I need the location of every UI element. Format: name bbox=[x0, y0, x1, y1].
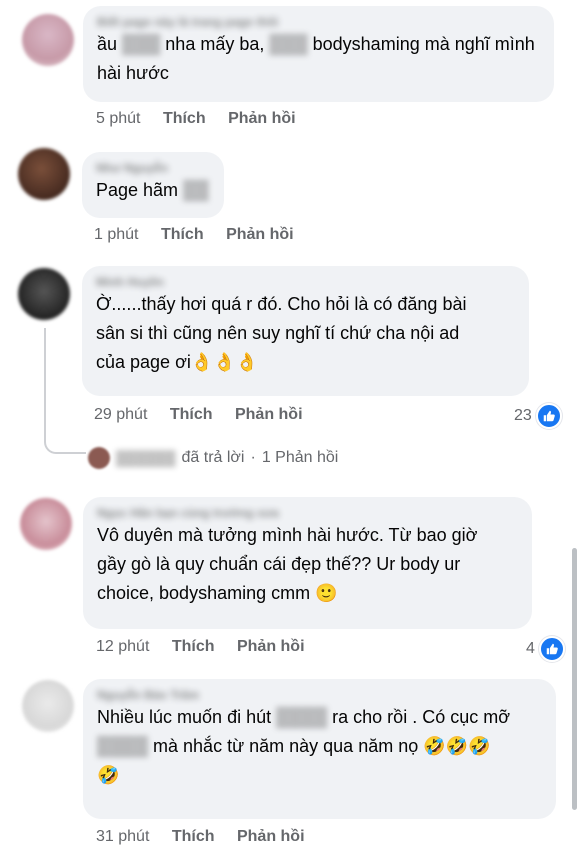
laughing-emoji: 🤣 bbox=[445, 736, 469, 756]
comment-meta: 12 phút Thích Phản hồi bbox=[96, 638, 323, 656]
comment-meta: 1 phút Thích Phản hồi bbox=[94, 226, 312, 244]
comment-text: Vô duyên mà tưởng mình hài hước. Từ bao … bbox=[97, 525, 478, 603]
avatar[interactable] bbox=[20, 498, 72, 550]
reply-button[interactable]: Phản hồi bbox=[228, 110, 296, 127]
like-button[interactable]: Thích bbox=[172, 638, 215, 655]
comment-text: Ờ......thấy hơi quá r đó. Cho hỏi là có … bbox=[96, 294, 467, 372]
comment-meta: 5 phút Thích Phản hồi bbox=[96, 110, 314, 128]
avatar[interactable] bbox=[22, 14, 74, 66]
separator: · bbox=[250, 449, 256, 466]
comment-time[interactable]: 1 phút bbox=[94, 226, 138, 243]
reply-count[interactable]: 1 Phản hồi bbox=[262, 449, 339, 467]
like-button[interactable]: Thích bbox=[170, 406, 213, 423]
avatar[interactable] bbox=[18, 148, 70, 200]
comment-text: ầu ███ nha mấy ba, ███ bodyshaming mà ng… bbox=[97, 34, 535, 83]
comment-meta: 31 phút Thích Phản hồi bbox=[96, 828, 323, 846]
avatar[interactable] bbox=[18, 268, 70, 320]
comment-author[interactable]: Như Nguyễn bbox=[96, 160, 210, 176]
ok-hand-emoji: 👌 bbox=[235, 352, 259, 372]
avatar bbox=[88, 447, 110, 469]
comment-time[interactable]: 31 phút bbox=[96, 828, 149, 845]
reply-button[interactable]: Phản hồi bbox=[237, 638, 305, 655]
like-button[interactable]: Thích bbox=[161, 226, 204, 243]
reply-button[interactable]: Phản hồi bbox=[237, 828, 305, 845]
comment-author[interactable]: Ngọc Hân bạn cùng trường xưa bbox=[97, 505, 518, 521]
comment-text: Page hãm ██ bbox=[96, 180, 209, 200]
comment-bubble: Như Nguyễn Page hãm ██ bbox=[82, 152, 224, 218]
avatar[interactable] bbox=[22, 680, 74, 732]
comment-time[interactable]: 29 phút bbox=[94, 406, 147, 423]
comment-bubble: Ngọc Hân bạn cùng trường xưa Vô duyên mà… bbox=[83, 497, 532, 629]
like-button[interactable]: Thích bbox=[172, 828, 215, 845]
replied-text: đã trả lời bbox=[181, 449, 245, 466]
comment-author[interactable]: Biết page này là trang page thôi bbox=[97, 14, 540, 30]
comment-text: Nhiều lúc muốn đi hút ████ ra cho rồi . … bbox=[97, 707, 511, 785]
thread-line bbox=[44, 328, 86, 454]
reply-button[interactable]: Phản hồi bbox=[226, 226, 294, 243]
comment-time[interactable]: 5 phút bbox=[96, 110, 140, 127]
reply-summary[interactable]: ██████ đã trả lời · 1 Phản hồi bbox=[88, 447, 338, 469]
replier-name: ██████ bbox=[116, 450, 176, 466]
comment-bubble: Minh Huyền Ờ......thấy hơi quá r đó. Cho… bbox=[82, 266, 529, 396]
like-icon bbox=[538, 636, 565, 662]
comment-bubble: Biết page này là trang page thôi ầu ███ … bbox=[83, 6, 554, 102]
ok-hand-emoji: 👌 bbox=[213, 352, 236, 372]
comment-bubble: Nguyễn Bảo Trâm Nhiều lúc muốn đi hút ██… bbox=[83, 679, 556, 819]
reaction-count: 4 bbox=[526, 640, 535, 657]
like-button[interactable]: Thích bbox=[163, 110, 206, 127]
reaction-summary[interactable]: 4 bbox=[526, 636, 565, 662]
smile-emoji: 🙂 bbox=[315, 583, 338, 603]
like-icon bbox=[535, 403, 562, 429]
comment-time[interactable]: 12 phút bbox=[96, 638, 149, 655]
reaction-summary[interactable]: 23 bbox=[514, 403, 562, 429]
laughing-emoji: 🤣 bbox=[423, 736, 446, 756]
ok-hand-emoji: 👌 bbox=[190, 352, 214, 372]
comment-meta: 29 phút Thích Phản hồi bbox=[94, 406, 321, 424]
scrollbar[interactable] bbox=[572, 548, 577, 810]
comment-author[interactable]: Minh Huyền bbox=[96, 274, 515, 290]
reply-button[interactable]: Phản hồi bbox=[235, 406, 303, 423]
reaction-count: 23 bbox=[514, 407, 532, 424]
comment-author[interactable]: Nguyễn Bảo Trâm bbox=[97, 687, 542, 703]
laughing-emoji: 🤣 bbox=[97, 765, 120, 785]
laughing-emoji: 🤣 bbox=[468, 736, 491, 756]
